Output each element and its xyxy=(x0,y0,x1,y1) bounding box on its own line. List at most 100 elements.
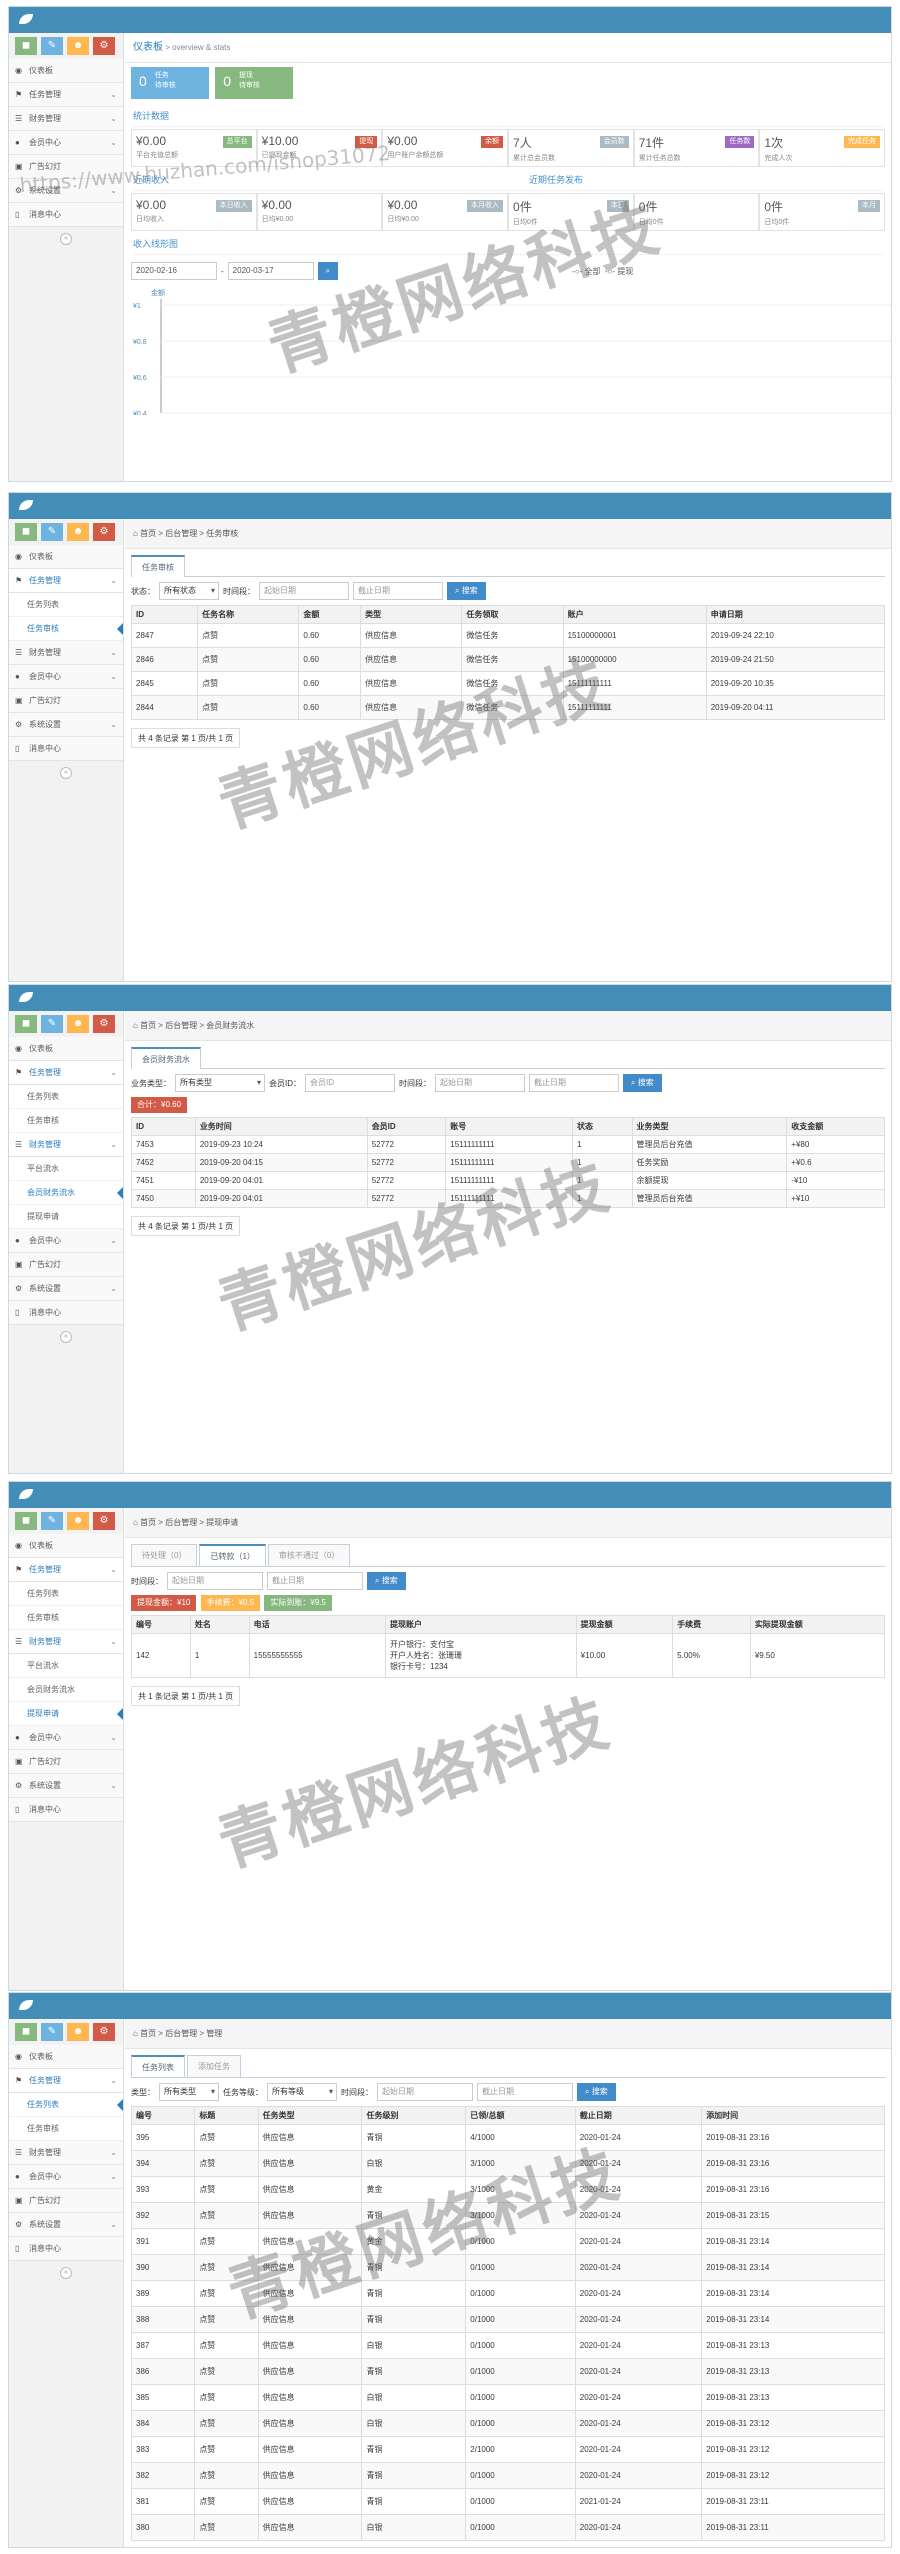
date-to-input[interactable]: 2020-03-17 xyxy=(227,262,314,280)
sidebar-item-dashboard[interactable]: ◉ 仪表板 xyxy=(9,1534,123,1558)
table-row[interactable]: 382 点赞 供应信息 青铜 0/1000 2020-01-24 2019-08-31 23… xyxy=(130,2462,885,2489)
table-row[interactable]: 7452 2019-09-20 04:15 52772 15111111111 1 任务奖… xyxy=(131,1153,885,1172)
table-row[interactable]: 385 点赞 供应信息 白银 0/1000 2020-01-24 2019-08-31 23… xyxy=(130,2384,885,2411)
sidebar-sub-task-list[interactable]: 任务列表 xyxy=(9,2093,123,2117)
search-button[interactable]: ⌕ xyxy=(317,262,339,280)
table-row[interactable]: 393 点赞 供应信息 黄金 3/1000 2020-01-24 2019-08-31 23… xyxy=(130,2176,885,2203)
users-icon[interactable]: ☻ xyxy=(67,1015,89,1033)
column-header[interactable]: 编号 xyxy=(130,2106,196,2125)
column-header[interactable]: 编号 xyxy=(131,1615,191,1634)
sidebar-sub-platform-flow[interactable]: 平台流水 xyxy=(9,1654,123,1678)
type-select[interactable]: 所有类型 xyxy=(175,1074,265,1092)
sidebar-sub-member-flow[interactable]: 会员财务流水 xyxy=(9,1181,123,1205)
column-header[interactable]: 标题 xyxy=(194,2106,259,2125)
sidebar-item-finance[interactable]: ☰ 财务管理 ⌄ xyxy=(9,1630,123,1654)
sidebar-item-ads[interactable]: ▣ 广告幻灯 xyxy=(9,1253,123,1277)
signal-icon[interactable]: ◼ xyxy=(15,1512,37,1530)
end-date-input[interactable]: 截止日期 xyxy=(267,1572,363,1590)
sidebar-item-task[interactable]: ⚑ 任务管理 ⌄ xyxy=(9,569,123,593)
users-icon[interactable]: ☻ xyxy=(67,1512,89,1530)
column-header[interactable]: 收支金额 xyxy=(786,1117,885,1136)
column-header[interactable]: 类型 xyxy=(360,605,463,624)
sidebar-item-ads[interactable]: ▣ 广告幻灯 xyxy=(9,2189,123,2213)
sidebar-sub-task-review[interactable]: 任务审核 xyxy=(9,2117,123,2141)
sidebar-sub-task-review[interactable]: 任务审核 xyxy=(9,1109,123,1133)
column-header[interactable]: 任务类型 xyxy=(257,2106,363,2125)
sidebar-item-messages[interactable]: ▯ 消息中心 xyxy=(9,2237,123,2261)
table-row[interactable]: 2846 点赞 0.60 供应信息 微信任务 15100000000 2019-09-24 … xyxy=(130,647,886,672)
column-header[interactable]: 姓名 xyxy=(189,1615,250,1634)
cogs-icon[interactable]: ⚙ xyxy=(93,2023,115,2041)
table-row[interactable]: 2844 点赞 0.60 供应信息 微信任务 15111111111 2019-09-20 … xyxy=(130,695,886,720)
column-header[interactable]: 任务级别 xyxy=(361,2106,467,2125)
sidebar-sub-task-review[interactable]: 任务审核 xyxy=(9,1606,123,1630)
column-header[interactable]: ID xyxy=(130,605,199,624)
column-header[interactable]: 实际提现金额 xyxy=(749,1615,886,1634)
sidebar-item-dashboard[interactable]: ◉ 仪表板 xyxy=(9,545,123,569)
start-date-input[interactable]: 起始日期 xyxy=(377,2083,473,2101)
type-select[interactable]: 所有类型 xyxy=(159,2083,219,2101)
search-button[interactable]: ⌕ 搜索 xyxy=(367,1572,406,1590)
tab-task-list[interactable]: 任务列表 xyxy=(131,2055,185,2077)
sidebar-sub-member-flow[interactable]: 会员财务流水 xyxy=(9,1678,123,1702)
pencil-icon[interactable]: ✎ xyxy=(41,523,63,541)
table-row[interactable]: 390 点赞 供应信息 青铜 0/1000 2020-01-24 2019-08-31 23… xyxy=(130,2254,885,2281)
sidebar-item-dashboard[interactable]: ◉ 仪表板 xyxy=(9,2045,123,2069)
users-icon[interactable]: ☻ xyxy=(67,523,89,541)
table-row[interactable]: 388 点赞 供应信息 青铜 0/1000 2020-01-24 2019-08-31 23… xyxy=(130,2306,885,2333)
pagination[interactable]: 共 1 条记录 第 1 页/共 1 页 xyxy=(131,1686,241,1706)
table-row[interactable]: 389 点赞 供应信息 青铜 0/1000 2020-01-24 2019-08-31 23… xyxy=(130,2280,885,2307)
search-button[interactable]: ⌕ 搜索 xyxy=(447,582,486,600)
pencil-icon[interactable]: ✎ xyxy=(41,2023,63,2041)
sidebar-item-messages[interactable]: ▯ 消息中心 xyxy=(9,203,123,227)
table-row[interactable]: 380 点赞 供应信息 白银 0/1000 2020-01-24 2019-08-31 23… xyxy=(130,2514,885,2541)
sidebar-sub-task-list[interactable]: 任务列表 xyxy=(9,1582,123,1606)
column-header[interactable]: 提现账户 xyxy=(385,1615,577,1634)
cogs-icon[interactable]: ⚙ xyxy=(93,1015,115,1033)
sidebar-item-messages[interactable]: ▯ 消息中心 xyxy=(9,1301,123,1325)
table-row[interactable]: 386 点赞 供应信息 青铜 0/1000 2020-01-24 2019-08-31 23… xyxy=(130,2358,885,2385)
table-row[interactable]: 381 点赞 供应信息 青铜 0/1000 2021-01-24 2019-08-31 23… xyxy=(130,2488,885,2515)
table-row[interactable]: 394 点赞 供应信息 白银 3/1000 2020-01-24 2019-08-31 23… xyxy=(130,2150,885,2177)
sidebar-sub-task-review[interactable]: 任务审核 xyxy=(9,617,123,641)
sidebar-item-task[interactable]: ⚑ 任务管理 ⌄ xyxy=(9,83,123,107)
pencil-icon[interactable]: ✎ xyxy=(41,1015,63,1033)
end-date-input[interactable]: 截止日期 xyxy=(529,1074,619,1092)
table-row[interactable]: 7450 2019-09-20 04:01 52772 15111111111 1 管理员… xyxy=(131,1189,885,1208)
table-row[interactable]: 142 1 15555555555 开户银行：支付宝 开户人姓名：张珊珊 银行卡号：… xyxy=(131,1633,886,1678)
table-row[interactable]: 7451 2019-09-20 04:01 52772 15111111111 1 余额提… xyxy=(131,1171,885,1190)
sidebar-item-member[interactable]: ● 会员中心 ⌄ xyxy=(9,2165,123,2189)
users-icon[interactable]: ☻ xyxy=(67,37,89,55)
pencil-icon[interactable]: ✎ xyxy=(41,37,63,55)
tab-member-flow[interactable]: 会员财务流水 xyxy=(131,1047,201,1069)
column-header[interactable]: 账号 xyxy=(445,1117,573,1136)
sidebar-item-messages[interactable]: ▯ 消息中心 xyxy=(9,737,123,761)
sidebar-item-dashboard[interactable]: ◉ 仪表板 xyxy=(9,59,123,83)
cogs-icon[interactable]: ⚙ xyxy=(93,1512,115,1530)
column-header[interactable]: 提现金额 xyxy=(575,1615,674,1634)
table-row[interactable]: 383 点赞 供应信息 青铜 2/1000 2020-01-24 2019-08-31 23… xyxy=(130,2436,885,2463)
column-header[interactable]: ID xyxy=(131,1117,196,1136)
pagination[interactable]: 共 4 条记录 第 1 页/共 1 页 xyxy=(131,728,241,748)
sidebar-collapse-icon[interactable]: « xyxy=(60,233,72,245)
sidebar-item-finance[interactable]: ☰ 财务管理 ⌄ xyxy=(9,641,123,665)
sidebar-sub-task-list[interactable]: 任务列表 xyxy=(9,1085,123,1109)
sidebar-item-member[interactable]: ● 会员中心 ⌄ xyxy=(9,1229,123,1253)
table-row[interactable]: 387 点赞 供应信息 白银 0/1000 2020-01-24 2019-08-31 23… xyxy=(130,2332,885,2359)
users-icon[interactable]: ☻ xyxy=(67,2023,89,2041)
member-id-input[interactable]: 会员ID xyxy=(305,1074,395,1092)
date-from-input[interactable]: 2020-02-16 xyxy=(131,262,217,280)
sidebar-item-settings[interactable]: ⚙ 系统设置 ⌄ xyxy=(9,1774,123,1798)
tab-rejected[interactable]: 审核不通过（0） xyxy=(267,1544,351,1566)
column-header[interactable]: 电话 xyxy=(248,1615,387,1634)
table-row[interactable]: 391 点赞 供应信息 黄金 0/1000 2020-01-24 2019-08-31 23… xyxy=(130,2228,885,2255)
cogs-icon[interactable]: ⚙ xyxy=(93,37,115,55)
column-header[interactable]: 账户 xyxy=(562,605,707,624)
column-header[interactable]: 会员ID xyxy=(366,1117,447,1136)
column-header[interactable]: 任务名称 xyxy=(197,605,300,624)
end-date-input[interactable]: 截止日期 xyxy=(477,2083,573,2101)
column-header[interactable]: 添加时间 xyxy=(701,2106,885,2125)
tab-task-review[interactable]: 任务审核 xyxy=(131,555,185,577)
sidebar-item-task[interactable]: ⚑ 任务管理 ⌄ xyxy=(9,2069,123,2093)
table-row[interactable]: 384 点赞 供应信息 白银 0/1000 2020-01-24 2019-08-31 23… xyxy=(130,2410,885,2437)
